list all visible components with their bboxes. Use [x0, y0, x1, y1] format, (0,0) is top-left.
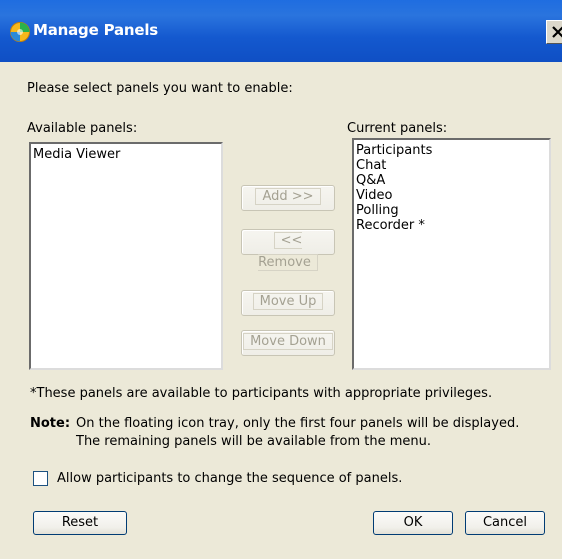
list-item[interactable]: Participants	[356, 143, 547, 158]
note-line-2: The remaining panels will be available f…	[76, 434, 431, 449]
close-button[interactable]	[546, 20, 562, 44]
cancel-button[interactable]: Cancel	[465, 511, 545, 535]
close-icon	[552, 26, 562, 38]
list-item[interactable]: Recorder *	[356, 218, 547, 233]
note-label: Note:	[30, 416, 71, 431]
list-item[interactable]: Q&A	[356, 173, 547, 188]
sequence-checkbox-label[interactable]: Allow participants to change the sequenc…	[57, 471, 402, 486]
sequence-checkbox[interactable]	[33, 471, 48, 486]
available-panels-list[interactable]: Media Viewer	[29, 142, 223, 370]
app-globe-icon	[9, 21, 31, 43]
list-item[interactable]: Media Viewer	[33, 147, 219, 162]
current-panels-label: Current panels:	[347, 121, 448, 136]
add-button-label: Add >>	[255, 188, 321, 205]
manage-panels-dialog: Manage Panels Please select panels you w…	[0, 0, 562, 559]
ok-button[interactable]: OK	[373, 511, 453, 535]
remove-button[interactable]: << Remove	[241, 229, 335, 271]
reset-button[interactable]: Reset	[33, 511, 127, 535]
dialog-title: Manage Panels	[33, 21, 159, 39]
add-button[interactable]: Add >>	[241, 185, 335, 211]
move-down-button-label: Move Down	[243, 333, 333, 350]
list-item[interactable]: Video	[356, 188, 547, 203]
privileges-footnote: *These panels are available to participa…	[30, 386, 493, 401]
move-up-button-label: Move Up	[252, 293, 324, 310]
move-down-button[interactable]: Move Down	[241, 330, 335, 356]
move-up-button[interactable]: Move Up	[241, 290, 335, 316]
title-bar[interactable]: Manage Panels	[0, 0, 562, 62]
list-item[interactable]: Chat	[356, 158, 547, 173]
list-item[interactable]: Polling	[356, 203, 547, 218]
note-line-1: On the floating icon tray, only the firs…	[76, 416, 520, 431]
current-panels-list[interactable]: Participants Chat Q&A Video Polling Reco…	[352, 138, 551, 370]
available-panels-label: Available panels:	[27, 121, 138, 136]
remove-button-label: << Remove	[258, 232, 318, 271]
instruction-text: Please select panels you want to enable:	[27, 81, 293, 96]
